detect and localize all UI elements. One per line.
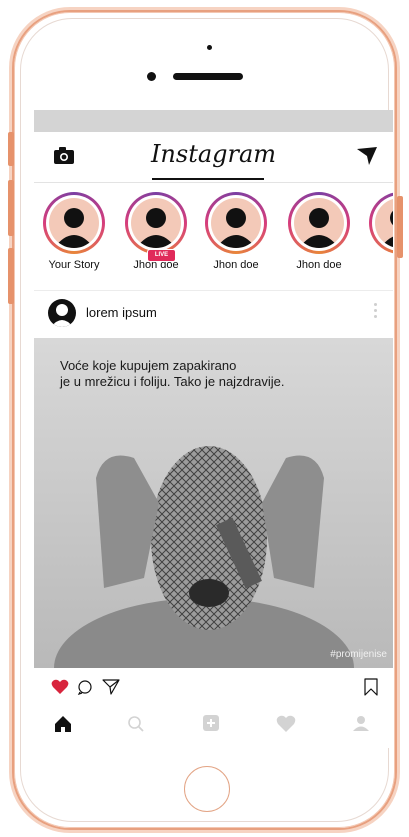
story-label: Jh bbox=[364, 259, 393, 271]
app-screen: Instagram Your Story LIVE Jhon doe Jhon … bbox=[34, 110, 393, 748]
avatar bbox=[131, 198, 181, 248]
comment-icon[interactable] bbox=[77, 679, 93, 700]
home-icon[interactable] bbox=[54, 715, 72, 738]
story-ring bbox=[288, 192, 350, 254]
photo-illustration bbox=[54, 446, 354, 668]
side-button-volume-up bbox=[8, 180, 14, 236]
post-actions bbox=[34, 673, 393, 701]
story-ring: LIVE bbox=[125, 192, 187, 262]
logo-underline bbox=[152, 178, 264, 180]
story-item[interactable]: Jhon doe bbox=[283, 190, 355, 271]
stories-row: Your Story LIVE Jhon doe Jhon doe Jhon d… bbox=[34, 190, 393, 282]
story-item[interactable]: Jhon doe bbox=[200, 190, 272, 271]
avatar bbox=[49, 198, 99, 248]
speaker-grille bbox=[173, 73, 243, 80]
story-ring bbox=[205, 192, 267, 254]
story-item[interactable]: Your Story bbox=[38, 190, 110, 271]
post-image[interactable]: Voće koje kupujem zapakirano je u mrežic… bbox=[34, 338, 393, 668]
bookmark-icon[interactable] bbox=[364, 678, 378, 701]
share-icon[interactable] bbox=[102, 679, 120, 700]
front-camera bbox=[207, 45, 212, 50]
avatar bbox=[294, 198, 344, 248]
side-button-power bbox=[397, 196, 403, 258]
bottom-nav bbox=[34, 705, 393, 745]
app-logo: Instagram bbox=[150, 140, 277, 168]
heart-icon[interactable] bbox=[51, 679, 69, 700]
story-ring bbox=[43, 192, 105, 254]
profile-icon[interactable] bbox=[352, 714, 370, 737]
post-hashtag: #promijenise bbox=[330, 649, 387, 660]
top-bar: Instagram bbox=[34, 132, 393, 183]
add-icon[interactable] bbox=[202, 714, 220, 737]
story-label: Jhon doe bbox=[213, 259, 259, 271]
home-button[interactable] bbox=[184, 766, 230, 812]
activity-icon[interactable] bbox=[276, 715, 296, 738]
post-header: lorem ipsum bbox=[34, 290, 393, 337]
avatar[interactable] bbox=[48, 299, 76, 327]
status-bar bbox=[34, 110, 393, 132]
side-button-volume-down bbox=[8, 248, 14, 304]
avatar bbox=[211, 198, 261, 248]
story-label: Jhon doe bbox=[296, 259, 342, 271]
story-item[interactable]: Jh bbox=[364, 190, 393, 271]
live-badge: LIVE bbox=[147, 249, 176, 262]
more-options-icon[interactable] bbox=[374, 303, 377, 321]
story-ring bbox=[369, 192, 393, 254]
sensor-dot bbox=[147, 72, 156, 81]
post-username[interactable]: lorem ipsum bbox=[86, 305, 157, 320]
send-icon[interactable] bbox=[356, 146, 378, 171]
story-label: Your Story bbox=[48, 259, 100, 271]
side-button-mute bbox=[8, 132, 14, 166]
story-item[interactable]: LIVE Jhon doe bbox=[120, 190, 192, 271]
search-icon[interactable] bbox=[127, 715, 145, 738]
avatar bbox=[375, 198, 393, 248]
